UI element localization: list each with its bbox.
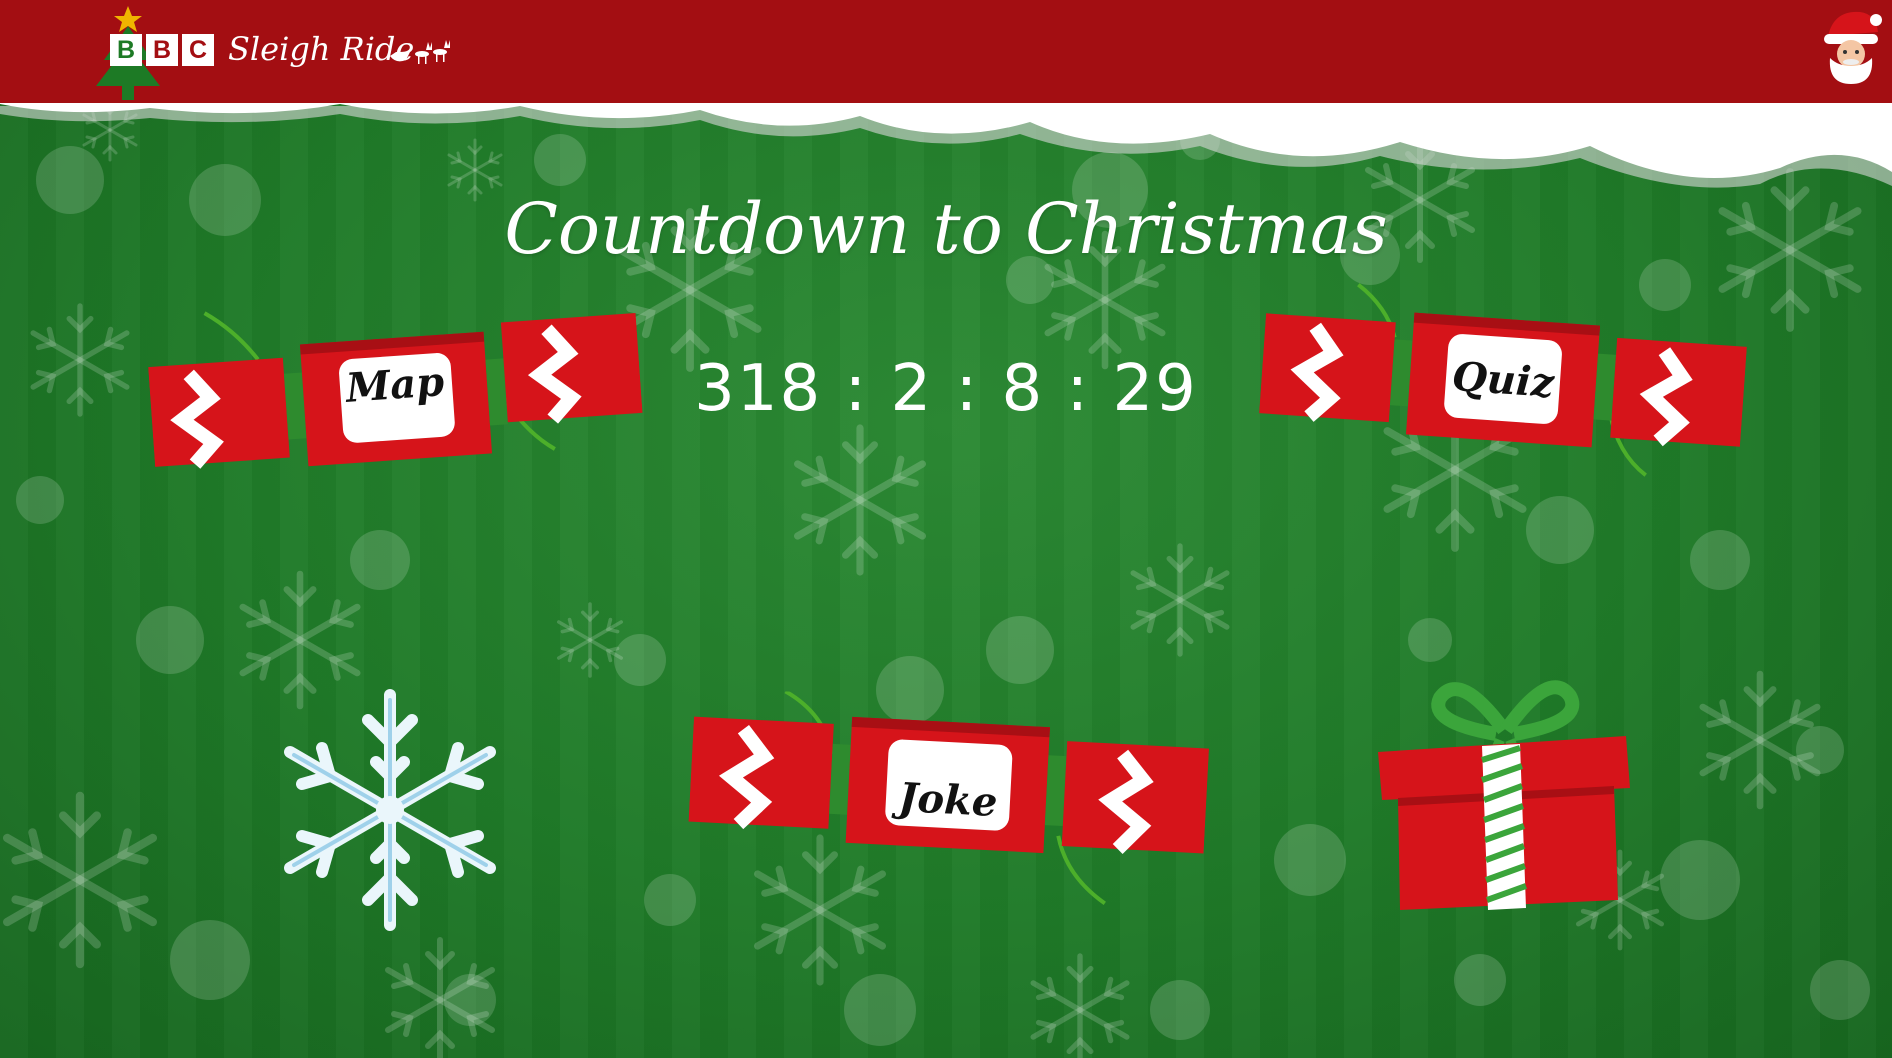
quiz-cracker-label: Quiz <box>1450 353 1556 407</box>
bbc-letter-b2: B <box>146 34 178 66</box>
sleigh-ride-page: B B C Sleigh Ride Countdown to Christmas… <box>0 0 1892 1058</box>
gift-box-icon[interactable] <box>1370 660 1640 930</box>
brand-name: Sleigh Ride <box>228 30 415 68</box>
bbc-letter-b1: B <box>110 34 142 66</box>
snow-scallops <box>0 100 1892 188</box>
joke-cracker-label: Joke <box>897 773 999 827</box>
map-cracker-button[interactable]: Map <box>144 273 646 497</box>
santa-icon[interactable] <box>1818 6 1884 86</box>
page-title: Countdown to Christmas <box>504 188 1388 270</box>
quiz-cracker-button[interactable]: Quiz <box>1256 268 1750 491</box>
reindeer-sleigh-icon <box>390 40 450 64</box>
bbc-sleigh-ride-logo[interactable]: B B C Sleigh Ride <box>88 4 468 100</box>
map-cracker-label: Map <box>344 358 446 412</box>
snowflake-icon[interactable] <box>260 680 520 940</box>
bbc-boxes: B B C <box>110 34 214 66</box>
bbc-letter-c: C <box>182 34 214 66</box>
joke-cracker-button[interactable]: Joke <box>685 687 1211 914</box>
